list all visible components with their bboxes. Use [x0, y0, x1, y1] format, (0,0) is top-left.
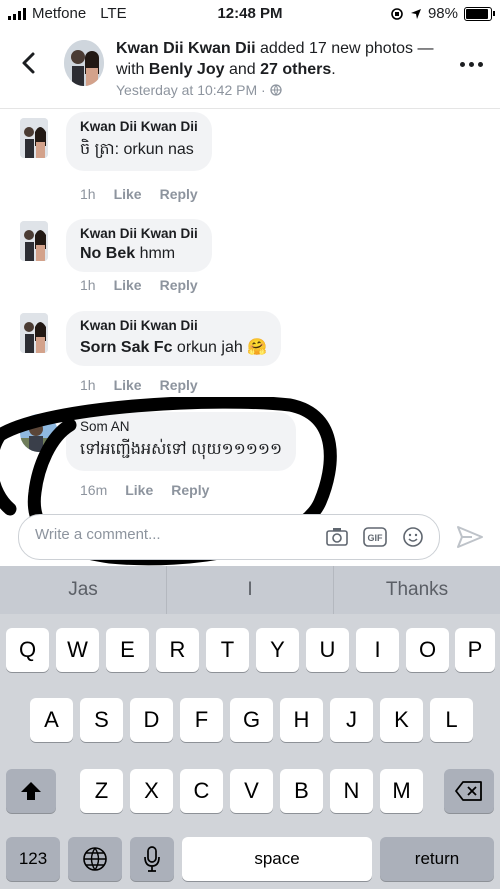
globe-icon — [83, 847, 107, 871]
like-link[interactable]: Like — [114, 186, 142, 202]
status-bar: Metfone LTE 12:48 PM 98% — [0, 0, 500, 28]
suggestion-1[interactable]: Jas — [0, 566, 167, 614]
comment-input[interactable] — [33, 525, 317, 544]
key-x[interactable]: X — [130, 769, 173, 813]
more-options-icon[interactable] — [460, 54, 486, 74]
microphone-icon — [144, 846, 160, 872]
globe-icon — [270, 84, 282, 96]
others-link[interactable]: 27 others — [260, 61, 331, 78]
location-icon — [410, 8, 421, 19]
suggestion-2[interactable]: I — [167, 566, 334, 614]
key-b[interactable]: B — [280, 769, 323, 813]
key-e[interactable]: E — [106, 628, 149, 672]
sticker-icon[interactable] — [401, 526, 425, 548]
reply-link[interactable]: Reply — [160, 186, 198, 202]
gif-icon[interactable]: GIF — [363, 526, 387, 548]
comment-actions: 16m Like Reply — [80, 482, 209, 498]
key-w[interactable]: W — [56, 628, 99, 672]
post-timestamp: Yesterday at 10:42 PM · — [116, 82, 266, 98]
author-avatar[interactable] — [64, 40, 104, 86]
commenter-name[interactable]: Kwan Dii Kwan Dii — [80, 318, 267, 333]
key-o[interactable]: O — [406, 628, 449, 672]
comment-time: 1h — [80, 186, 96, 202]
backspace-key[interactable] — [444, 769, 494, 813]
author-name[interactable]: Kwan Dii Kwan Dii — [116, 40, 256, 57]
globe-key[interactable] — [68, 837, 122, 881]
camera-icon[interactable] — [325, 526, 349, 548]
battery-icon — [464, 6, 495, 21]
key-y[interactable]: Y — [256, 628, 299, 672]
key-f[interactable]: F — [180, 698, 223, 742]
and-word: and — [228, 61, 256, 78]
tagged-person[interactable]: Benly Joy — [149, 61, 225, 78]
comment-text: No Bek hmm — [80, 245, 176, 262]
svg-text:GIF: GIF — [368, 533, 384, 543]
post-meta: Yesterday at 10:42 PM · — [116, 82, 282, 98]
comment-actions: 1h Like Reply — [80, 186, 198, 202]
suggestion-3[interactable]: Thanks — [334, 566, 500, 614]
like-link[interactable]: Like — [114, 277, 142, 293]
comment-time: 16m — [80, 482, 108, 498]
post-title: Kwan Dii Kwan Dii added 17 new photos — … — [116, 38, 446, 80]
commenter-avatar[interactable] — [20, 313, 48, 353]
comment-time: 1h — [80, 377, 96, 393]
key-t[interactable]: T — [206, 628, 249, 672]
key-u[interactable]: U — [306, 628, 349, 672]
key-j[interactable]: J — [330, 698, 373, 742]
commenter-name[interactable]: Kwan Dii Kwan Dii — [80, 226, 198, 241]
key-p[interactable]: P — [455, 628, 495, 672]
commenter-name[interactable]: Kwan Dii Kwan Dii — [80, 119, 198, 134]
like-link[interactable]: Like — [114, 377, 142, 393]
key-v[interactable]: V — [230, 769, 273, 813]
space-key[interactable]: space — [182, 837, 372, 881]
shift-key[interactable] — [6, 769, 56, 813]
key-z[interactable]: Z — [80, 769, 123, 813]
key-g[interactable]: G — [230, 698, 273, 742]
key-a[interactable]: A — [30, 698, 73, 742]
commenter-name[interactable]: Som AN — [80, 419, 282, 434]
key-m[interactable]: M — [380, 769, 423, 813]
comment-text: Sorn Sak Fc orkun jah 🤗 — [80, 339, 268, 356]
comment-text: ចិ ត្រា: orkun nas — [80, 141, 194, 158]
key-k[interactable]: K — [380, 698, 423, 742]
comment-time: 1h — [80, 277, 96, 293]
comment-bubble[interactable]: Kwan Dii Kwan Dii Sorn Sak Fc orkun jah … — [66, 311, 282, 366]
on-screen-keyboard: Jas I Thanks Q W E R T Y U I O P A S D F… — [0, 566, 500, 889]
key-r[interactable]: R — [156, 628, 199, 672]
key-d[interactable]: D — [130, 698, 173, 742]
numbers-key[interactable]: 123 — [6, 837, 60, 881]
comment-bubble[interactable]: Kwan Dii Kwan Dii No Bek hmm — [66, 219, 212, 272]
suggestion-bar: Jas I Thanks — [0, 566, 500, 614]
key-l[interactable]: L — [430, 698, 473, 742]
comment-actions: 1h Like Reply — [80, 377, 198, 393]
post-header: Kwan Dii Kwan Dii added 17 new photos — … — [0, 28, 500, 109]
comment-text: ទៅអញ្ជើងអស់ទៅ លុយ១១១១១ — [80, 441, 283, 458]
shift-arrow-icon — [21, 782, 41, 800]
back-arrow-icon[interactable] — [16, 48, 42, 78]
like-link[interactable]: Like — [125, 482, 153, 498]
battery-percent: 98% — [427, 5, 458, 22]
reply-link[interactable]: Reply — [171, 482, 209, 498]
comment-actions: 1h Like Reply — [80, 277, 198, 293]
reply-link[interactable]: Reply — [160, 377, 198, 393]
key-h[interactable]: H — [280, 698, 323, 742]
commenter-avatar[interactable] — [20, 221, 48, 261]
key-q[interactable]: Q — [6, 628, 49, 672]
title-suffix: . — [331, 61, 336, 78]
return-key[interactable]: return — [380, 837, 494, 881]
backspace-icon — [455, 781, 482, 801]
comment-bubble[interactable]: Kwan Dii Kwan Dii ចិ ត្រា: orkun nas — [66, 112, 212, 171]
orientation-lock-icon — [391, 7, 403, 20]
key-c[interactable]: C — [180, 769, 223, 813]
reply-link[interactable]: Reply — [160, 277, 198, 293]
key-n[interactable]: N — [330, 769, 373, 813]
commenter-avatar[interactable] — [20, 118, 48, 158]
send-icon[interactable] — [456, 524, 484, 550]
key-s[interactable]: S — [80, 698, 123, 742]
microphone-key[interactable] — [130, 837, 174, 881]
comment-composer: GIF — [18, 514, 440, 560]
key-i[interactable]: I — [356, 628, 399, 672]
comment-bubble[interactable]: Som AN ទៅអញ្ជើងអស់ទៅ លុយ១១១១១ — [66, 412, 297, 471]
commenter-avatar[interactable] — [20, 414, 58, 452]
